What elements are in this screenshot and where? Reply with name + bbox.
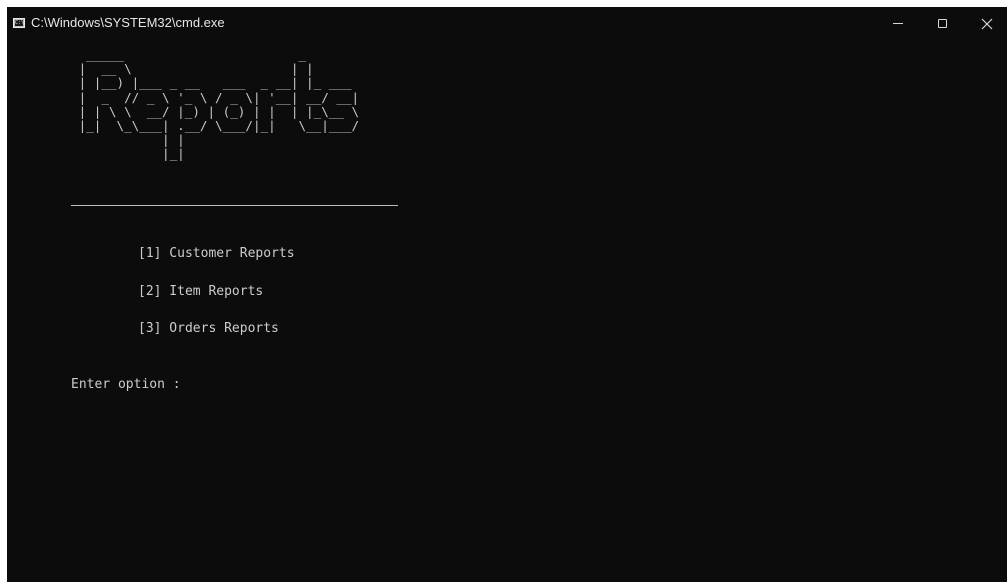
minimize-icon <box>893 23 903 24</box>
close-icon <box>981 18 993 30</box>
enter-option-prompt: Enter option : <box>71 377 181 392</box>
menu-item-item-reports: [2] Item Reports <box>138 284 264 299</box>
reports-banner: _____ _ | __ \ | | | |__) |___ _ __ ___ … <box>78 47 360 162</box>
minimize-button[interactable] <box>875 7 921 40</box>
menu-item-orders-reports: [3] Orders Reports <box>138 321 279 336</box>
window-title: C:\Windows\SYSTEM32\cmd.exe <box>31 15 225 30</box>
cmd-icon: C:\ <box>13 18 25 28</box>
maximize-icon <box>938 19 947 28</box>
title-bar[interactable]: C:\ C:\Windows\SYSTEM32\cmd.exe <box>7 7 1007 40</box>
cmd-window: C:\ C:\Windows\SYSTEM32\cmd.exe _____ _ … <box>7 7 1007 582</box>
console-output[interactable]: _____ _ | __ \ | | | |__) |___ _ __ ___ … <box>7 40 1007 582</box>
maximize-button[interactable] <box>920 7 966 40</box>
separator-line <box>71 205 398 206</box>
menu-item-customer-reports: [1] Customer Reports <box>138 246 295 261</box>
close-button[interactable] <box>965 7 1007 40</box>
